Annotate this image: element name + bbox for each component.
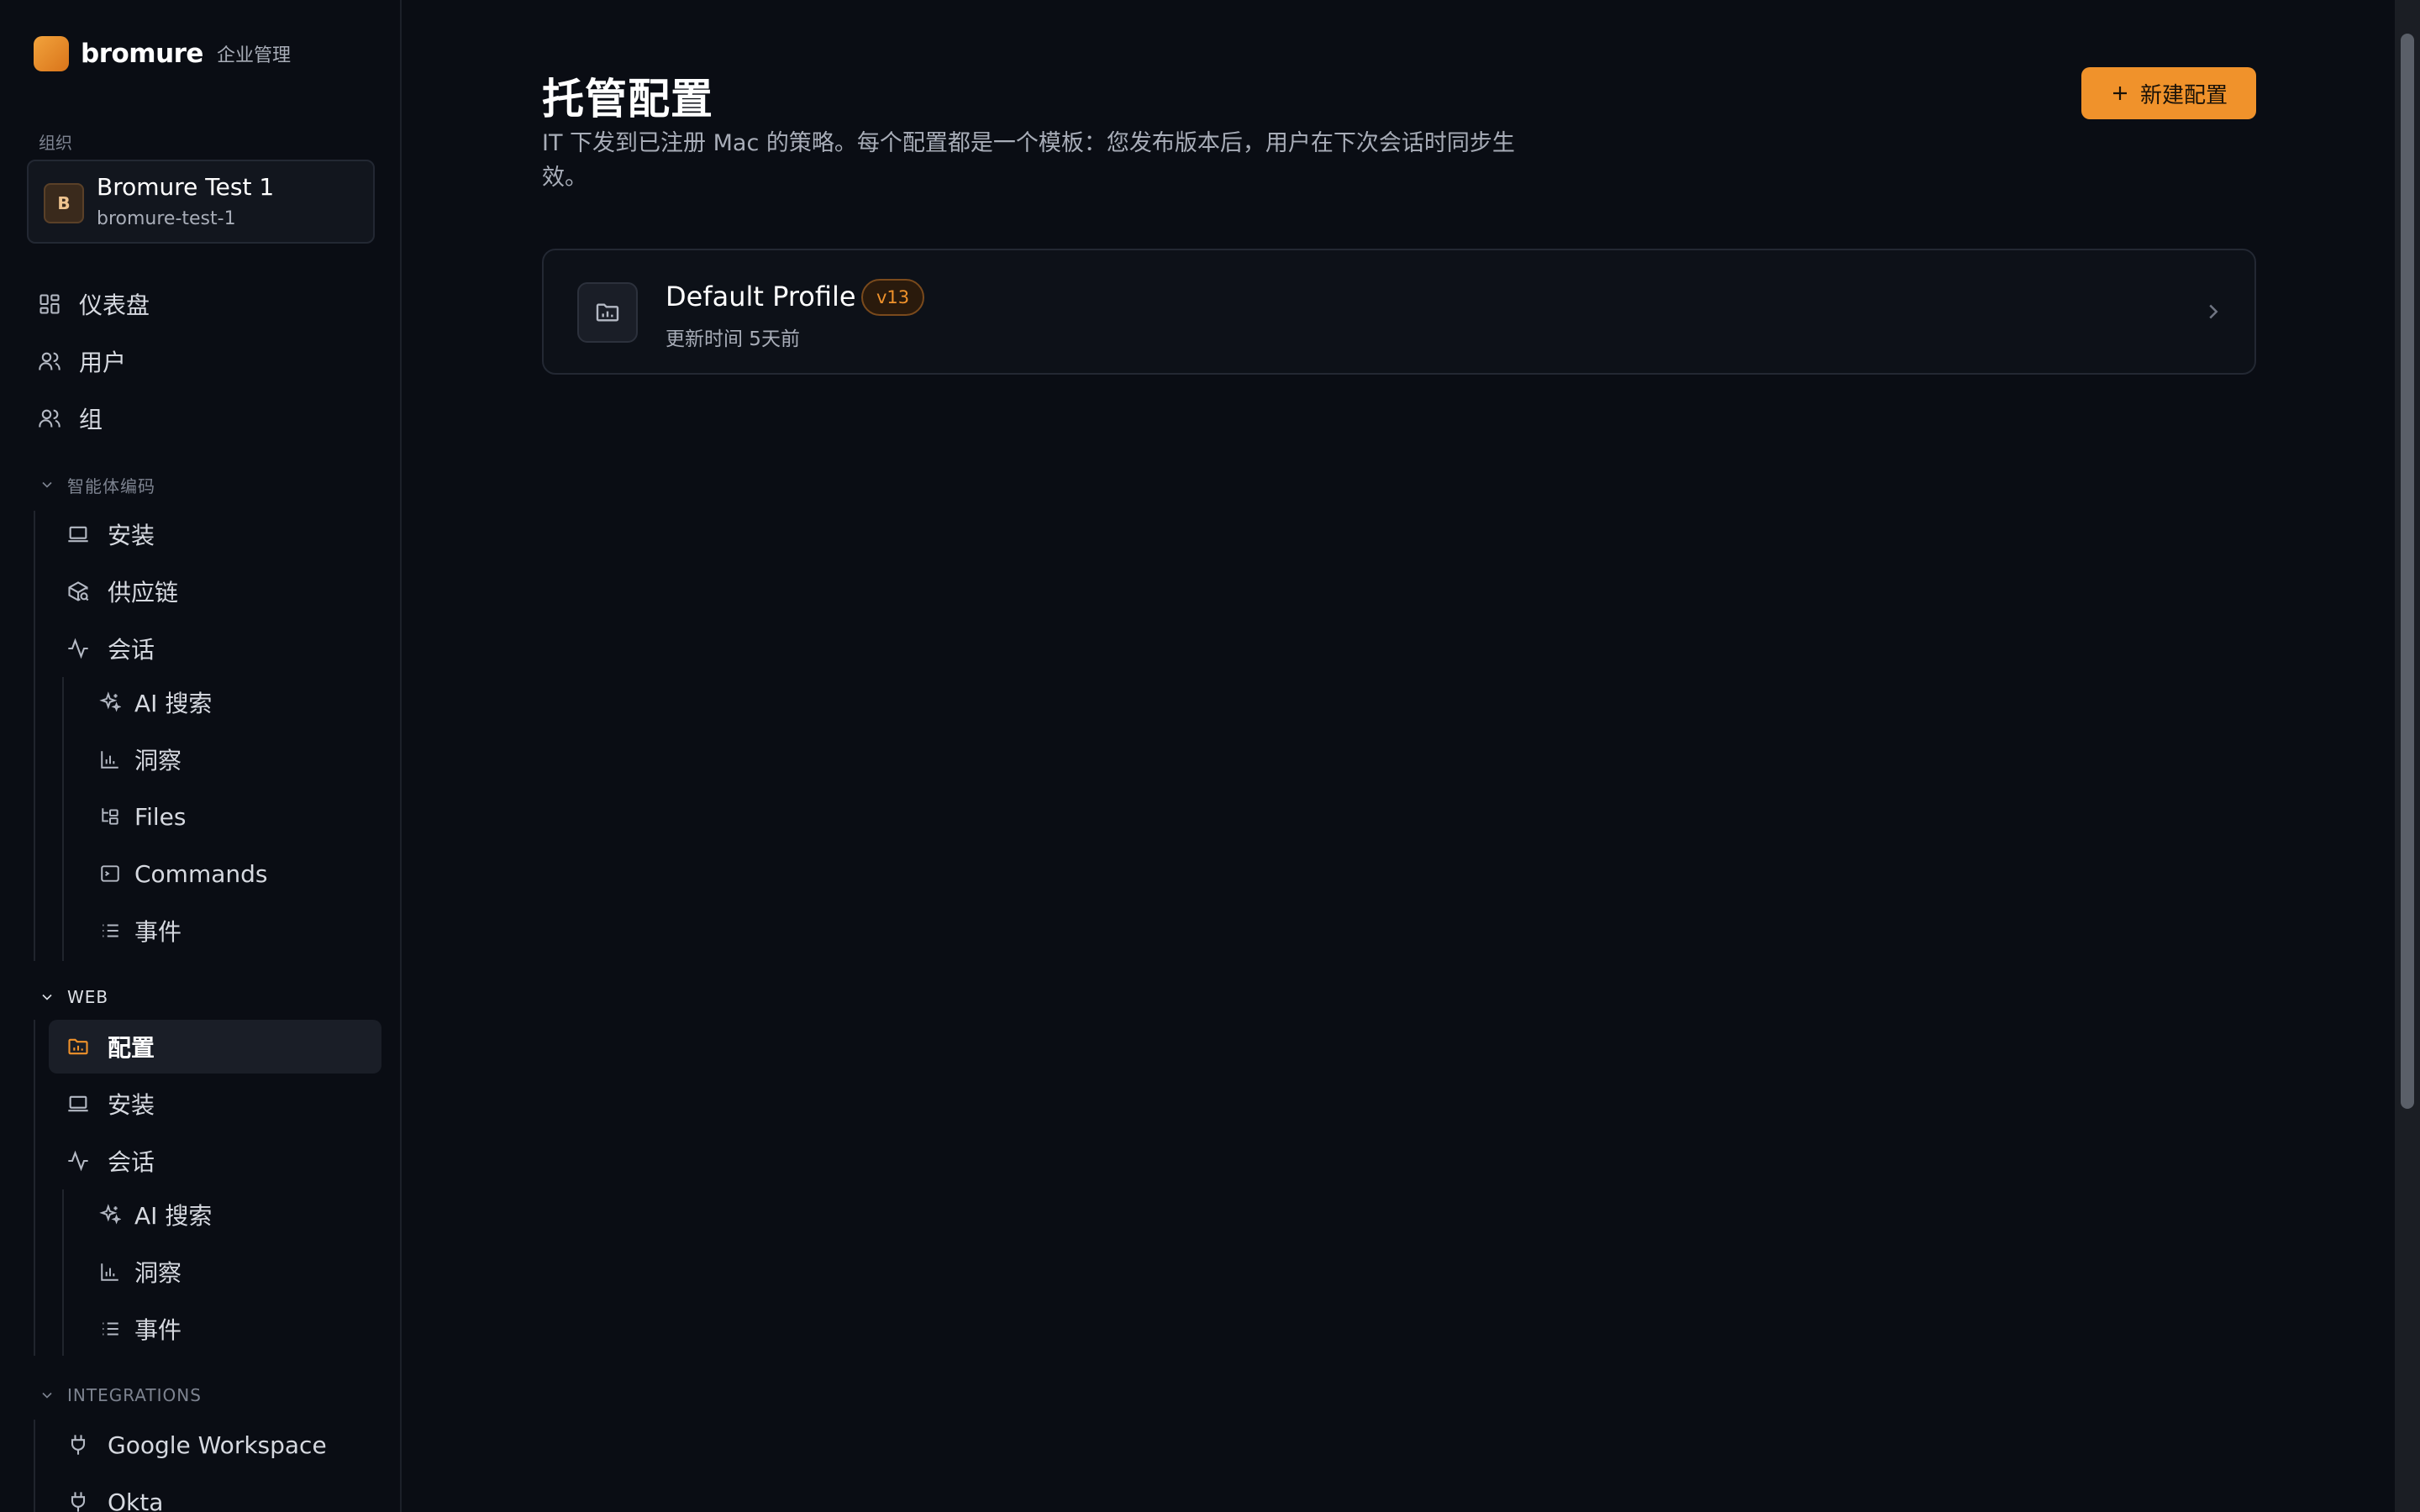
sidebar-item-google-workspace[interactable]: Google Workspace (66, 1418, 327, 1472)
section-divider-line (34, 511, 35, 961)
sidebar-item-agent-commands[interactable]: Commands (99, 847, 268, 900)
sidebar-item-label: 会话 (108, 1148, 155, 1176)
terminal-icon (99, 863, 121, 885)
activity-icon (66, 1148, 91, 1173)
sidebar-item-label: 事件 (134, 1316, 182, 1344)
section-header-label: INTEGRATIONS (67, 1385, 202, 1405)
package-search-icon (66, 579, 91, 604)
sidebar-item-supply-chain[interactable]: 供应链 (66, 564, 178, 618)
sidebar-item-label: 组 (79, 406, 103, 433)
list-icon (99, 1318, 121, 1340)
file-tree-icon (99, 806, 121, 827)
sidebar-item-agent-sessions[interactable]: 会话 (66, 622, 155, 675)
sidebar-item-web-sessions[interactable]: 会话 (66, 1134, 155, 1188)
page-description: IT 下发到已注册 Mac 的策略。每个配置都是一个模板：您发布版本后，用户在下… (542, 130, 1515, 191)
org-slug: bromure-test-1 (97, 208, 236, 229)
sidebar-item-agent-insights[interactable]: 洞察 (99, 732, 182, 786)
sidebar-item-label: Okta (108, 1488, 164, 1512)
chevron-right-icon (2209, 304, 2218, 319)
sidebar-item-web-events[interactable]: 事件 (99, 1302, 182, 1356)
sidebar-item-label: 洞察 (134, 1259, 182, 1287)
dashboard-icon (37, 291, 62, 317)
sidebar-item-label: 安装 (108, 1091, 155, 1119)
group-icon (37, 406, 62, 431)
section-header-agent-coding[interactable]: 智能体编码 (39, 472, 155, 497)
sidebar-item-okta[interactable]: Okta (66, 1475, 163, 1512)
sparkles-icon (99, 691, 121, 713)
brand-name: bromure (81, 39, 203, 69)
new-profile-button-label: 新建配置 (2139, 82, 2228, 108)
folder-chart-icon (577, 282, 638, 343)
profile-updated-time: 更新时间 5天前 (666, 328, 800, 350)
org-section-label: 组织 (39, 133, 72, 153)
sidebar-item-label: 仪表盘 (79, 291, 150, 319)
sidebar-item-label: 洞察 (134, 747, 182, 774)
org-name: Bromure Test 1 (97, 173, 275, 201)
org-switcher[interactable]: B Bromure Test 1 bromure-test-1 (27, 160, 375, 244)
sidebar-item-groups[interactable]: 组 (37, 391, 103, 445)
sidebar-item-label: 会话 (108, 636, 155, 664)
sidebar-item-label: 供应链 (108, 579, 179, 606)
sidebar-item-agent-install[interactable]: 安装 (66, 507, 155, 561)
sidebar-item-web-insights[interactable]: 洞察 (99, 1245, 182, 1299)
sidebar-item-web-profiles[interactable]: 配置 (49, 1020, 381, 1074)
subnav-divider-line (62, 677, 64, 961)
sidebar-item-dashboard[interactable]: 仪表盘 (37, 277, 150, 331)
new-profile-button[interactable]: 新建配置 (2081, 67, 2256, 119)
profile-name: Default Profile (666, 281, 856, 312)
plus-icon (2112, 87, 2127, 100)
section-header-web[interactable]: WEB (39, 984, 108, 1010)
sidebar-item-users[interactable]: 用户 (37, 334, 126, 388)
sidebar: bromure 企业管理 组织 B Bromure Test 1 bromure… (0, 0, 402, 1512)
section-divider-line (34, 1020, 35, 1356)
sidebar-item-label: Commands (134, 859, 268, 888)
org-avatar: B (44, 183, 84, 223)
sidebar-item-label: 用户 (79, 349, 127, 376)
chevron-down-icon (42, 994, 52, 1000)
sidebar-item-label: Google Workspace (108, 1431, 327, 1459)
sidebar-item-label: 配置 (108, 1034, 155, 1062)
sidebar-item-agent-ai-search[interactable]: AI 搜索 (99, 675, 212, 729)
brand-subtitle: 企业管理 (216, 45, 291, 66)
profile-card[interactable]: Default Profile v13 更新时间 5天前 (542, 249, 2256, 375)
scrollbar[interactable] (2395, 0, 2420, 1512)
plug-icon (66, 1489, 91, 1512)
version-badge: v13 (861, 279, 925, 316)
subnav-divider-line (62, 1189, 64, 1356)
sidebar-item-label: Files (134, 802, 187, 831)
sidebar-item-label: 事件 (134, 918, 182, 946)
scrollbar-thumb[interactable] (2401, 34, 2414, 1109)
sidebar-item-label: 安装 (108, 522, 155, 549)
brand[interactable]: bromure 企业管理 (34, 35, 291, 72)
sidebar-item-agent-events[interactable]: 事件 (99, 904, 182, 958)
laptop-icon (66, 522, 91, 547)
section-header-label: WEB (67, 987, 109, 1007)
sidebar-item-agent-files[interactable]: Files (99, 790, 186, 843)
section-header-label: 智能体编码 (67, 475, 155, 496)
section-header-integrations[interactable]: INTEGRATIONS (39, 1383, 202, 1408)
bar-chart-icon (99, 748, 121, 770)
plug-icon (66, 1432, 91, 1457)
page-title: 托管配置 (542, 75, 713, 123)
folder-chart-icon (66, 1034, 91, 1059)
users-icon (37, 349, 62, 374)
bar-chart-icon (99, 1261, 121, 1283)
list-icon (99, 920, 121, 942)
sidebar-item-label: AI 搜索 (134, 1202, 213, 1230)
activity-icon (66, 636, 91, 661)
sparkles-icon (99, 1204, 121, 1226)
sidebar-item-web-ai-search[interactable]: AI 搜索 (99, 1188, 212, 1242)
sidebar-item-web-install[interactable]: 安装 (66, 1077, 155, 1131)
brand-logo (34, 36, 69, 71)
chevron-down-icon (42, 1392, 52, 1399)
sidebar-item-label: AI 搜索 (134, 690, 213, 717)
section-divider-line (34, 1420, 35, 1512)
main-content: 托管配置 IT 下发到已注册 Mac 的策略。每个配置都是一个模板：您发布版本后… (403, 0, 2395, 1512)
chevron-down-icon (42, 481, 52, 488)
laptop-icon (66, 1091, 91, 1116)
